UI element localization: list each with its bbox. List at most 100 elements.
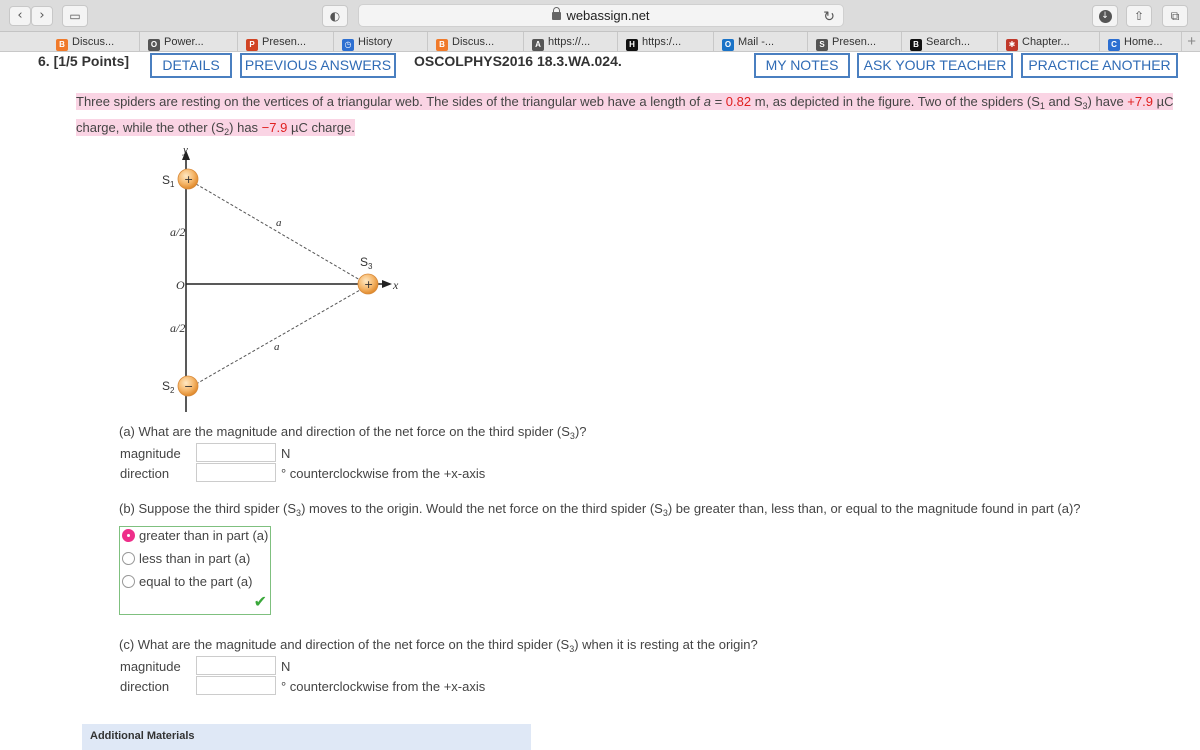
s3-charge: + xyxy=(364,278,373,291)
origin-label: O xyxy=(176,278,185,292)
side-bottom-label: a xyxy=(274,341,280,353)
ask-teacher-button[interactable]: ASK YOUR TEACHER xyxy=(857,53,1013,78)
option-equal[interactable]: equal to the part (a) xyxy=(122,574,252,589)
bookmark-label: Mail -... xyxy=(738,36,775,48)
part-a-direction-unit: ° counterclockwise from the +x-axis xyxy=(281,466,486,481)
triangle-diagram: y x a a a/2 O a/2 S1 + S2 − S3 + xyxy=(162,144,399,412)
outlook-icon: O xyxy=(722,39,734,51)
history-icon: ◷ xyxy=(342,39,354,51)
s-icon: S xyxy=(816,39,828,51)
x-axis-label: x xyxy=(392,278,399,292)
b-icon: B xyxy=(436,39,448,51)
back-button[interactable]: ‹ xyxy=(9,6,31,26)
option-less[interactable]: less than in part (a) xyxy=(122,551,250,566)
o-icon: O xyxy=(148,39,160,51)
side-bottom xyxy=(195,289,361,385)
my-notes-button[interactable]: MY NOTES xyxy=(754,53,850,78)
option-less-label: less than in part (a) xyxy=(139,551,251,566)
problem-statement: Three spiders are resting on the vertice… xyxy=(76,91,1176,143)
half-bottom-label: a/2 xyxy=(170,321,185,335)
practice-another-button[interactable]: PRACTICE ANOTHER xyxy=(1021,53,1178,78)
bookmarks-bar: + B Discus... O Power... P Presen... ◷ History B… xyxy=(0,32,1200,52)
part-a-direction-input[interactable] xyxy=(196,463,276,482)
question-code: OSCOLPHYS2016 18.3.WA.024. xyxy=(414,53,622,69)
forward-button[interactable]: › xyxy=(31,6,53,26)
bookmark-tab[interactable]: O Power... xyxy=(142,32,238,52)
part-c-direction-input[interactable] xyxy=(196,676,276,695)
bookmark-tab[interactable]: B Discus... xyxy=(430,32,524,52)
s1-label: S1 xyxy=(162,173,175,189)
s2-charge: − xyxy=(184,380,193,393)
bookmark-tab[interactable]: B Search... xyxy=(904,32,998,52)
bookmark-label: Presen... xyxy=(262,36,307,48)
download-icon: ↓ xyxy=(1098,10,1112,23)
bookmark-label: https://... xyxy=(548,36,591,48)
share-button[interactable]: ⇧ xyxy=(1126,5,1152,27)
part-c-magnitude-unit: N xyxy=(281,659,291,674)
additional-materials[interactable]: Additional Materials xyxy=(82,724,531,750)
part-a-direction-label: direction xyxy=(120,466,170,481)
part-c-question: (c) What are the magnitude and direction… xyxy=(119,637,758,654)
bookmark-tab[interactable]: P Presen... xyxy=(240,32,334,52)
half-top-label: a/2 xyxy=(170,225,185,239)
side-top xyxy=(195,183,361,281)
bookmark-label: https:/... xyxy=(642,36,682,48)
sidebar-toggle-button[interactable]: ▭ xyxy=(62,5,88,27)
s1-charge: + xyxy=(184,173,193,186)
bookmark-label: Discus... xyxy=(72,36,115,48)
bookmark-label: Search... xyxy=(926,36,971,48)
part-c-direction-unit: ° counterclockwise from the +x-axis xyxy=(281,679,486,694)
b-icon: B xyxy=(56,39,68,51)
radio-greater[interactable] xyxy=(122,529,135,542)
s3-label: S3 xyxy=(360,255,373,271)
bookmark-tab[interactable]: S Presen... xyxy=(810,32,902,52)
details-button[interactable]: DETAILS xyxy=(150,53,232,78)
bookmark-tab[interactable]: O Mail -... xyxy=(716,32,808,52)
address-url: webassign.net xyxy=(566,8,650,23)
side-top-label: a xyxy=(276,217,282,229)
bookmark-tab[interactable]: C Home... xyxy=(1102,32,1182,52)
reload-icon[interactable]: ↻ xyxy=(823,7,835,28)
b-icon: B xyxy=(910,39,922,51)
shield-icon[interactable]: ◐ xyxy=(322,5,348,27)
y-axis-label: y xyxy=(182,144,188,156)
part-a-magnitude-label: magnitude xyxy=(120,446,181,461)
new-tab-button[interactable]: + xyxy=(1187,33,1196,50)
s2-label: S2 xyxy=(162,379,175,395)
option-greater-label: greater than in part (a) xyxy=(139,528,269,543)
bookmark-label: Discus... xyxy=(452,36,495,48)
browser-toolbar: ‹ › ▭ ◐ webassign.net ↻ ↓ ⇧ ⧉ xyxy=(0,0,1200,32)
p-icon: P xyxy=(246,39,258,51)
bookmark-label: History xyxy=(358,36,393,48)
radio-equal[interactable] xyxy=(122,575,135,588)
part-c-magnitude-label: magnitude xyxy=(120,659,181,674)
h-icon: H xyxy=(626,39,638,51)
bookmark-tab[interactable]: B Discus... xyxy=(50,32,140,52)
bookmark-tab[interactable]: ✱ Chapter... xyxy=(1000,32,1100,52)
x-axis-arrow xyxy=(382,280,392,288)
chapter-icon: ✱ xyxy=(1006,39,1018,51)
bookmark-tab[interactable]: Hhttps:/... xyxy=(620,32,714,52)
part-c-direction-label: direction xyxy=(120,679,170,694)
part-b-question: (b) Suppose the third spider (S3) moves … xyxy=(119,501,1081,518)
download-button[interactable]: ↓ xyxy=(1092,5,1118,27)
option-greater[interactable]: greater than in part (a) xyxy=(122,528,268,543)
bookmark-tab[interactable]: Ahttps://... xyxy=(526,32,618,52)
previous-answers-button[interactable]: PREVIOUS ANSWERS xyxy=(240,53,396,78)
c-icon: C xyxy=(1108,39,1120,51)
bookmark-label: Home... xyxy=(1124,36,1163,48)
tabs-button[interactable]: ⧉ xyxy=(1162,5,1188,27)
radio-less[interactable] xyxy=(122,552,135,565)
part-c-magnitude-input[interactable] xyxy=(196,656,276,675)
bookmark-tab[interactable]: ◷ History xyxy=(336,32,428,52)
lock-icon xyxy=(552,7,562,20)
triangle-figure: y x a a a/2 O a/2 S1 + S2 − S3 + xyxy=(130,140,430,425)
problem-highlight: Three spiders are resting on the vertice… xyxy=(76,93,1174,137)
part-a-question: (a) What are the magnitude and direction… xyxy=(119,424,587,441)
bookmark-label: Chapter... xyxy=(1022,36,1070,48)
a-icon: A xyxy=(532,39,544,51)
address-bar[interactable]: webassign.net ↻ xyxy=(358,4,844,27)
part-b-choices: greater than in part (a) less than in pa… xyxy=(119,526,271,615)
part-a-magnitude-input[interactable] xyxy=(196,443,276,462)
part-a-magnitude-unit: N xyxy=(281,446,291,461)
